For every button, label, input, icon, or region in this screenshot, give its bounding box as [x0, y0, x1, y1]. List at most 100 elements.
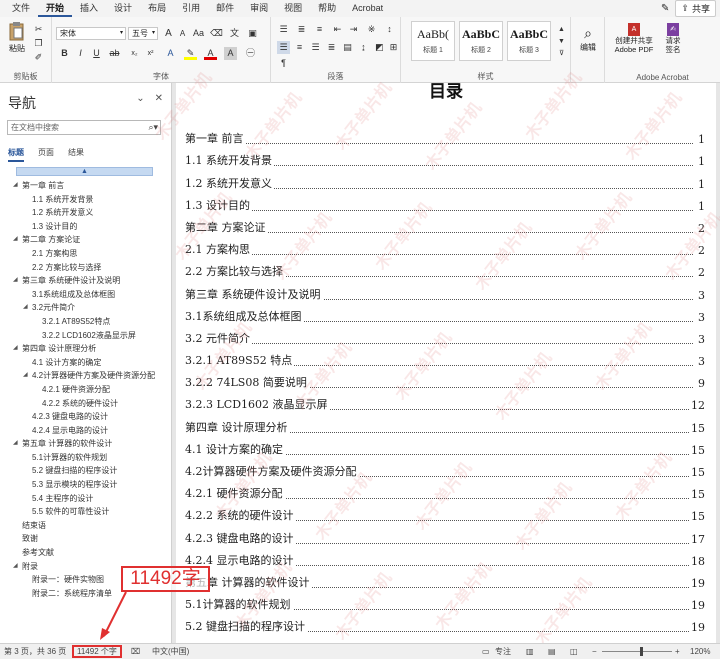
nav-tree-item[interactable]: ◢ 第一章 前言 [0, 179, 172, 193]
ribbon-tab[interactable]: 布局 [140, 0, 174, 17]
create-pdf-button[interactable]: A 创建并共享 Adobe PDF [609, 23, 659, 54]
style-heading-2[interactable]: AaBbC 标题 2 [459, 21, 503, 61]
bullets-icon[interactable]: ☰ [277, 23, 290, 36]
language-indicator[interactable]: 中文(中国) [152, 646, 189, 658]
line-spacing-icon[interactable]: ↨ [357, 41, 370, 54]
toc-entry[interactable]: 3.2.2 74LS08 简要说明 9 [185, 371, 705, 393]
toc-entry[interactable]: 5.1计算器的软件规划 19 [185, 593, 705, 615]
nav-tree-item[interactable]: 5.3 显示模块的程序设计 [0, 478, 172, 492]
shrink-font-button[interactable]: A [176, 27, 189, 40]
nav-tree-item[interactable]: 4.2.2 系统的硬件设计 [0, 397, 172, 411]
strikethrough-button[interactable]: ab [108, 47, 121, 60]
toc-entry[interactable]: 4.2.4 显示电路的设计 18 [185, 549, 705, 571]
nav-tab[interactable]: 标题 [8, 147, 24, 162]
toc-entry[interactable]: 第三章 系统硬件设计及说明 3 [185, 282, 705, 304]
paste-button[interactable]: 粘贴 [6, 21, 28, 54]
editing-button[interactable]: ⌕ 编辑 [574, 25, 602, 53]
nav-tree-item[interactable]: 5.4 主程序的设计 [0, 492, 172, 506]
toc-entry[interactable]: 2.1 方案构思 2 [185, 238, 705, 260]
shading-icon[interactable]: ◩ [373, 41, 386, 54]
char-shading-icon[interactable]: A [224, 47, 237, 60]
print-layout-icon[interactable]: ▤ [548, 646, 556, 658]
nav-tree-item[interactable]: ◢ 3.2元件简介 [0, 301, 172, 315]
toc-entry[interactable]: 1.2 系统开发意义 1 [185, 171, 705, 193]
align-left-icon[interactable]: ☰ [277, 41, 290, 54]
toc-entry[interactable]: 第五章 计算器的软件设计 19 [185, 571, 705, 593]
change-case-button[interactable]: Aa [192, 27, 205, 40]
nav-tree-item[interactable]: 4.2.3 键盘电路的设计 [0, 410, 172, 424]
distributed-icon[interactable]: ▤ [341, 41, 354, 54]
increase-indent-icon[interactable]: ⇥ [347, 23, 360, 36]
toc-entry[interactable]: 1.3 设计目的 1 [185, 194, 705, 216]
nav-tree-item[interactable]: 4.1 设计方案的确定 [0, 356, 172, 370]
zoom-level[interactable]: 120% [690, 646, 710, 658]
toc-entry[interactable]: 第四章 设计原理分析 15 [185, 415, 705, 437]
request-sign-button[interactable]: ✍ 请求 签名 [663, 23, 683, 54]
nav-tree-item[interactable]: 2.1 方案构思 [0, 247, 172, 261]
clear-format-icon[interactable]: ⌫ [210, 27, 223, 40]
zoom-out-button[interactable]: − [592, 646, 597, 658]
nav-tree-item[interactable]: 3.2.1 AT89S52特点 [0, 315, 172, 329]
superscript-button[interactable]: x² [144, 47, 157, 60]
borders-icon[interactable]: ⊞ [387, 41, 400, 54]
nav-tab[interactable]: 结果 [68, 147, 84, 162]
search-icon[interactable]: ⌕▾ [148, 121, 158, 134]
expand-triangle-icon[interactable]: ◢ [13, 437, 18, 451]
zoom-in-button[interactable]: + [675, 646, 680, 658]
font-color-icon[interactable]: A [204, 47, 217, 60]
nav-tree-item[interactable]: 4.2.1 硬件资源分配 [0, 383, 172, 397]
show-marks-icon[interactable]: ¶ [277, 57, 290, 70]
word-count[interactable]: 11492 个字 [72, 645, 122, 658]
nav-tree-item[interactable]: 3.2.2 LCD1602液晶显示屏 [0, 329, 172, 343]
nav-tree-item[interactable]: 1.3 设计目的 [0, 220, 172, 234]
sort-icon[interactable]: ↕ [383, 23, 396, 36]
text-effects-icon[interactable]: A [164, 47, 177, 60]
align-right-icon[interactable]: ☰ [309, 41, 322, 54]
char-border-icon[interactable]: ▣ [246, 27, 259, 40]
phonetic-guide-icon[interactable]: 文 [228, 27, 241, 40]
nav-tab[interactable]: 页面 [38, 147, 54, 162]
format-painter-icon[interactable]: ✐ [32, 51, 45, 64]
multilevel-list-icon[interactable]: ≡ [313, 23, 326, 36]
page-info[interactable]: 第 3 页，共 36 页 [4, 646, 66, 658]
web-layout-icon[interactable]: ◫ [570, 646, 578, 658]
expand-triangle-icon[interactable]: ◢ [23, 301, 28, 315]
document-page[interactable]: 目录 第一章 前言 1 1.1 系统开发背景 1 1.2 系统开发意义 1 1.3 设计目的… [176, 83, 716, 643]
ribbon-tab[interactable]: 设计 [106, 0, 140, 17]
nav-tree-item[interactable]: 5.2 键盘扫描的程序设计 [0, 464, 172, 478]
toc-entry[interactable]: 4.2.1 硬件资源分配 15 [185, 482, 705, 504]
nav-tree-item[interactable]: ◢ 第四章 设计原理分析 [0, 342, 172, 356]
style-heading-1[interactable]: AaBb( 标题 1 [411, 21, 455, 61]
toc-entry[interactable]: 2.2 方案比较与选择 2 [185, 260, 705, 282]
decrease-indent-icon[interactable]: ⇤ [331, 23, 344, 36]
proofing-icon[interactable]: ⌧ [131, 646, 140, 658]
numbering-icon[interactable]: ≣ [295, 23, 308, 36]
subscript-button[interactable]: x₂ [128, 47, 141, 60]
style-heading-3[interactable]: AaBbC 标题 3 [507, 21, 551, 61]
ribbon-tab[interactable]: 视图 [276, 0, 310, 17]
toc-entry[interactable]: 3.2 元件简介 3 [185, 327, 705, 349]
toc-entry[interactable]: 4.2.2 系统的硬件设计 15 [185, 504, 705, 526]
nav-tree-item[interactable]: 1.1 系统开发背景 [0, 193, 172, 207]
chinese-layout-icon[interactable]: ※ [365, 23, 378, 36]
expand-triangle-icon[interactable]: ◢ [13, 342, 18, 356]
chevron-down-icon[interactable]: ⌄ [136, 93, 144, 104]
close-icon[interactable]: ✕ [155, 93, 163, 104]
expand-triangle-icon[interactable]: ◢ [23, 369, 28, 383]
ribbon-tab[interactable]: 插入 [72, 0, 106, 17]
ribbon-tab[interactable]: Acrobat [344, 0, 391, 17]
ribbon-tab[interactable]: 开始 [38, 0, 73, 17]
font-family-select[interactable]: 宋体 ▾ [56, 27, 126, 40]
nav-tree-item[interactable]: 参考文献 [0, 546, 172, 560]
align-center-icon[interactable]: ≡ [293, 41, 306, 54]
nav-tree-item[interactable]: 5.5 软件的可靠性设计 [0, 505, 172, 519]
enclose-char-icon[interactable]: ㊀ [244, 47, 257, 60]
expand-triangle-icon[interactable]: ◢ [13, 179, 18, 193]
cut-icon[interactable]: ✂ [32, 23, 45, 36]
expand-triangle-icon[interactable]: ◢ [13, 274, 18, 288]
comments-icon[interactable]: ✎ [661, 3, 669, 14]
nav-collapse-bar[interactable]: ▲ [16, 167, 153, 176]
nav-search-input[interactable]: 在文档中搜索 ⌕▾ [7, 120, 161, 135]
justify-icon[interactable]: ≣ [325, 41, 338, 54]
ribbon-tab[interactable]: 邮件 [208, 0, 242, 17]
